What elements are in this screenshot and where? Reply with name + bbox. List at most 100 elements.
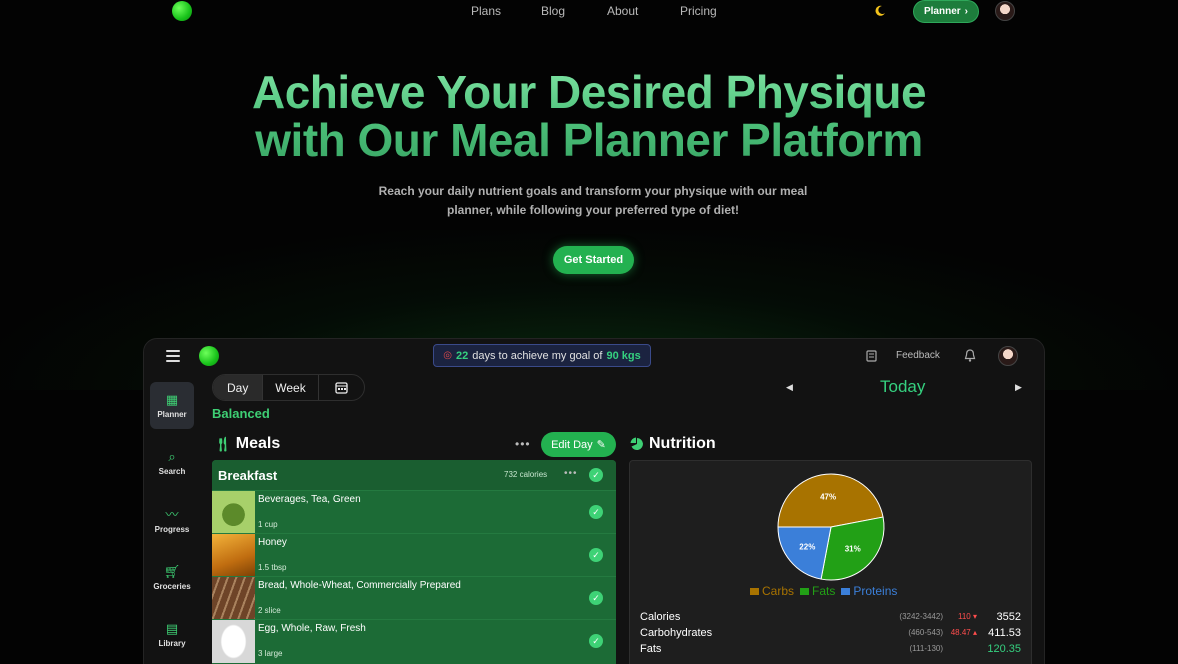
sidebar-label: Library xyxy=(158,638,186,648)
app-avatar[interactable] xyxy=(998,346,1018,366)
food-image xyxy=(212,577,255,620)
planner-button[interactable]: Planner › xyxy=(913,0,979,23)
food-quantity: 2 slice xyxy=(258,606,281,615)
nutrient-range: (3242-3442) xyxy=(899,612,943,621)
food-quantity: 3 large xyxy=(258,649,283,658)
app-logo-icon[interactable] xyxy=(199,346,219,366)
sidebar-label: Groceries xyxy=(153,581,191,591)
sidebar-item-groceries[interactable]: 🛒︎ Groceries xyxy=(150,554,194,601)
chart-icon: 〰 xyxy=(165,506,179,522)
notes-icon[interactable] xyxy=(865,350,877,362)
tab-week[interactable]: Week xyxy=(262,375,319,400)
nutrient-range: (111-130) xyxy=(909,644,944,653)
item-check-icon[interactable]: ✓ xyxy=(589,591,603,605)
legend-item-carbs: Carbs xyxy=(750,584,794,598)
list-item[interactable]: Beverages, Tea, Green 1 cup ✓ xyxy=(212,490,616,534)
macro-pie-chart: 47% 31% 22% xyxy=(777,473,885,581)
nutrient-label: Carbohydrates xyxy=(640,627,713,639)
next-day-icon[interactable]: ▶ xyxy=(1015,382,1022,393)
item-check-icon[interactable]: ✓ xyxy=(589,634,603,648)
nutrition-title: Nutrition xyxy=(649,435,716,452)
food-quantity: 1.5 tbsp xyxy=(258,563,287,572)
legend-item-proteins: Proteins xyxy=(841,584,897,598)
app-preview: ◎ 22 days to achieve my goal of 90 kgs F… xyxy=(143,338,1045,664)
top-nav: Plans Blog About Pricing Planner › xyxy=(0,0,1178,23)
sidebar-item-progress[interactable]: 〰 Progress xyxy=(150,497,194,544)
search-icon: ⌕ xyxy=(168,448,176,464)
meals-title: Meals xyxy=(235,435,281,452)
nutrient-value: 411.53 xyxy=(988,627,1021,639)
avatar[interactable] xyxy=(995,1,1015,21)
logo-icon[interactable] xyxy=(172,1,192,21)
nutrient-delta: 48.47 ▴ xyxy=(950,628,977,637)
bell-icon[interactable] xyxy=(964,349,976,362)
hero-title-line1: Achieve Your Desired Physique xyxy=(251,66,927,118)
goal-days: 22 xyxy=(455,349,469,362)
cart-icon: 🛒︎ xyxy=(163,563,181,579)
meals-heading: 🍴︎ Meals xyxy=(214,435,280,453)
edit-day-button[interactable]: Edit Day ✎ xyxy=(541,432,616,457)
nav-link-pricing[interactable]: Pricing xyxy=(680,4,717,18)
sidebar-item-planner[interactable]: ▦ Planner xyxy=(150,382,194,429)
food-name: Bread, Whole-Wheat, Commercially Prepare… xyxy=(258,580,461,591)
nutrient-label: Fats xyxy=(640,643,662,655)
meal-calories: 732 calories xyxy=(504,470,548,479)
nutrient-row-calories: Calories (3242-3442) 110 ▾ 3552 xyxy=(640,611,1023,627)
meal-check-icon[interactable]: ✓ xyxy=(589,468,603,482)
food-name: Honey xyxy=(258,537,287,548)
sidebar-item-search[interactable]: ⌕ Search xyxy=(150,439,194,486)
list-item[interactable]: Egg, Whole, Raw, Fresh 3 large ✓ xyxy=(212,619,616,663)
goal-banner: ◎ 22 days to achieve my goal of 90 kgs xyxy=(433,344,651,367)
food-name: Egg, Whole, Raw, Fresh xyxy=(258,623,366,634)
meal-more-icon[interactable]: ••• xyxy=(564,468,578,479)
nutrient-value: 3552 xyxy=(996,611,1021,623)
feedback-link[interactable]: Feedback xyxy=(896,350,940,361)
nutrient-value: 120.35 xyxy=(987,643,1021,655)
sidebar-label: Progress xyxy=(154,524,190,534)
nav-link-blog[interactable]: Blog xyxy=(541,4,565,18)
list-item[interactable]: Bread, Whole-Wheat, Commercially Prepare… xyxy=(212,576,616,620)
list-item[interactable]: Honey 1.5 tbsp ✓ xyxy=(212,533,616,577)
date-label: Today xyxy=(880,377,926,396)
nutrient-label: Calories xyxy=(640,611,681,623)
pie-chart-icon xyxy=(630,437,643,450)
nutrient-row-carbohydrates: Carbohydrates (460-543) 48.47 ▴ 411.53 xyxy=(640,627,1023,643)
nav-link-about[interactable]: About xyxy=(607,4,638,18)
food-name: Beverages, Tea, Green xyxy=(258,494,361,505)
tab-day[interactable]: Day xyxy=(213,375,263,400)
nutrient-row-fats: Fats (111-130) 120.35 xyxy=(640,643,1023,659)
edit-day-label: Edit Day xyxy=(551,438,593,451)
hero-title: Achieve Your Desired Physique with Our M… xyxy=(0,68,1178,164)
meal-header[interactable]: Breakfast 732 calories ••• ✓ xyxy=(212,460,616,490)
sidebar-label: Search xyxy=(158,466,186,476)
food-quantity: 1 cup xyxy=(258,520,278,529)
chevron-right-icon: › xyxy=(964,6,969,17)
pie-label-proteins: 22% xyxy=(799,543,815,552)
calendar-icon: ▦ xyxy=(165,391,179,407)
get-started-button[interactable]: Get Started xyxy=(553,246,634,274)
moon-icon[interactable] xyxy=(873,4,887,18)
nutrient-range: (460-543) xyxy=(908,628,943,637)
legend-item-fats: Fats xyxy=(800,584,835,598)
sidebar-item-library[interactable]: ▤ Library xyxy=(150,611,194,658)
item-check-icon[interactable]: ✓ xyxy=(589,505,603,519)
meal-name: Breakfast xyxy=(218,467,278,483)
calendar-picker-icon[interactable] xyxy=(319,375,364,400)
nutrient-delta: 110 ▾ xyxy=(958,612,977,621)
item-check-icon[interactable]: ✓ xyxy=(589,548,603,562)
chart-legend: Carbs Fats Proteins xyxy=(750,584,897,598)
edit-icon: ✎ xyxy=(596,439,606,451)
pie-slice-proteins[interactable] xyxy=(777,526,832,580)
diet-label: Balanced xyxy=(212,406,270,421)
prev-day-icon[interactable]: ◀ xyxy=(786,382,793,393)
pie-label-fats: 31% xyxy=(845,545,861,554)
goal-text: days to achieve my goal of xyxy=(472,349,603,362)
sidebar-label: Planner xyxy=(157,409,187,419)
target-icon: ◎ xyxy=(443,350,452,361)
meals-more-icon[interactable]: ••• xyxy=(515,437,531,451)
view-toggle: Day Week xyxy=(212,374,365,401)
menu-icon[interactable] xyxy=(166,350,180,362)
nav-link-plans[interactable]: Plans xyxy=(471,4,501,18)
pie-label-carbs: 47% xyxy=(820,492,836,501)
food-image xyxy=(212,534,255,577)
